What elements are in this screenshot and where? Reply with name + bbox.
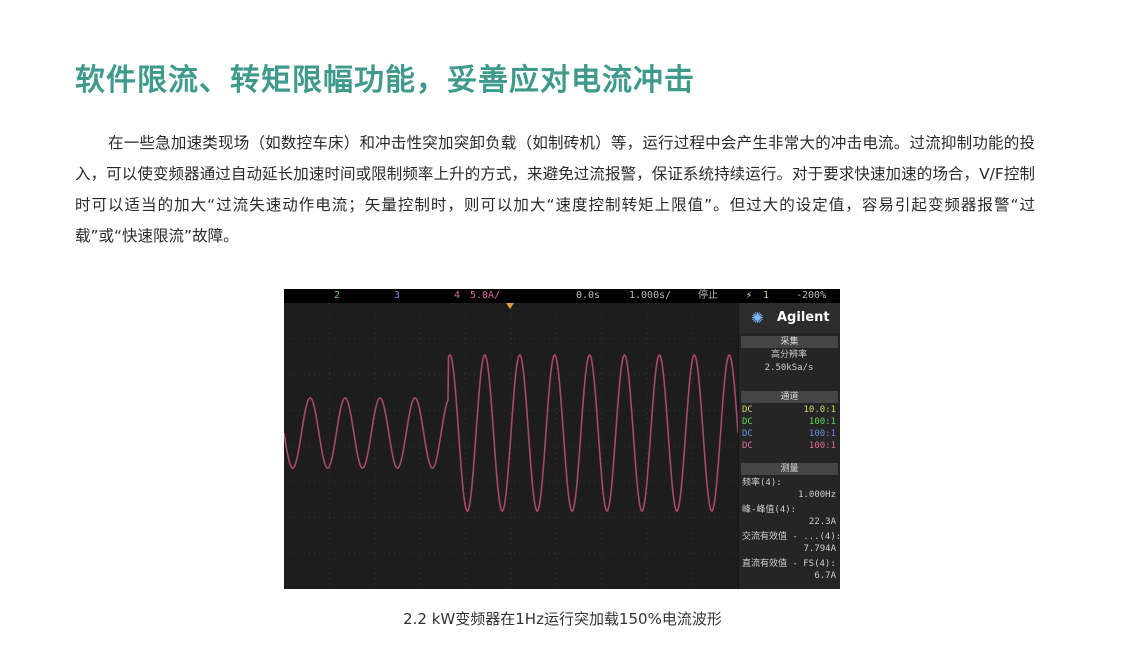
acquire-header: 采集 bbox=[741, 336, 838, 348]
channel-3-label: 3 bbox=[394, 290, 401, 301]
channel-probe-ratio: 100:1 bbox=[808, 417, 836, 427]
trigger-icon: ⚡ bbox=[746, 290, 753, 301]
channel-4-label: 4 bbox=[454, 290, 461, 301]
trigger-position-marker bbox=[506, 303, 514, 309]
acquire-rate: 2.50kSa/s bbox=[764, 363, 814, 373]
agilent-brand: ✺ Agilent bbox=[739, 303, 840, 333]
scope-display bbox=[284, 303, 739, 589]
waveform-plot bbox=[284, 303, 739, 589]
scope-side-panel: ✺ Agilent 采集 高分辨率 2.50kSa/s 通道 DC 10.0:1 D… bbox=[739, 303, 840, 589]
trigger-level: -200% bbox=[796, 290, 827, 301]
channel-coupling: DC bbox=[742, 405, 753, 415]
time-scale: 1.000s/ bbox=[629, 290, 672, 301]
brand-name: Agilent bbox=[777, 310, 830, 325]
measurement-label: 交流有效值 - ...(4): bbox=[742, 532, 840, 542]
measurement-value: 7.794A bbox=[803, 544, 836, 554]
channels-header: 通道 bbox=[741, 391, 838, 403]
channel-row-3: DC 100:1 bbox=[742, 429, 836, 440]
page-title: 软件限流、转矩限幅功能，妥善应对电流冲击 bbox=[75, 63, 695, 98]
channel-row-1: DC 10.0:1 bbox=[742, 405, 836, 416]
measurement-label: 峰-峰值(4): bbox=[742, 505, 797, 515]
trigger-channel: 1 bbox=[763, 290, 770, 301]
channel-probe-ratio: 100:1 bbox=[808, 441, 836, 451]
figure-caption: 2.2 kW变频器在1Hz运行突加载150%电流波形 bbox=[403, 610, 722, 628]
channel-row-2: DC 100:1 bbox=[742, 417, 836, 428]
agilent-spark-icon: ✺ bbox=[751, 309, 764, 327]
channel-probe-ratio: 100:1 bbox=[808, 429, 836, 439]
scope-grid bbox=[284, 303, 738, 589]
channel-4-scale: 5.0A/ bbox=[470, 290, 501, 301]
acquire-mode: 高分辨率 bbox=[770, 350, 807, 360]
measurement-label: 频率(4): bbox=[742, 478, 782, 488]
measurement-value: 6.7A bbox=[814, 571, 836, 581]
measurement-value: 22.3A bbox=[808, 517, 836, 527]
channel-coupling: DC bbox=[742, 441, 753, 451]
measurement-label: 直流有效值 - FS(4): bbox=[742, 559, 836, 569]
channel-coupling: DC bbox=[742, 417, 753, 427]
channel-probe-ratio: 10.0:1 bbox=[803, 405, 836, 415]
measurement-value: 1.000Hz bbox=[798, 490, 836, 500]
time-position: 0.0s bbox=[576, 290, 601, 301]
channel-row-4: DC 100:1 bbox=[742, 441, 836, 452]
run-state: 停止 bbox=[698, 290, 718, 301]
measure-header: 测量 bbox=[741, 463, 838, 475]
channel-coupling: DC bbox=[742, 429, 753, 439]
scope-top-bar: 2 3 4 5.0A/ 0.0s 1.000s/ 停止 ⚡ 1 -200% bbox=[284, 289, 840, 303]
channel-2-label: 2 bbox=[334, 290, 341, 301]
body-paragraph: 在一些急加速类现场（如数控车床）和冲击性突加突卸负载（如制砖机）等，运行过程中会… bbox=[75, 134, 1035, 245]
oscilloscope-screenshot: 2 3 4 5.0A/ 0.0s 1.000s/ 停止 ⚡ 1 -200% ✺ … bbox=[284, 289, 840, 589]
